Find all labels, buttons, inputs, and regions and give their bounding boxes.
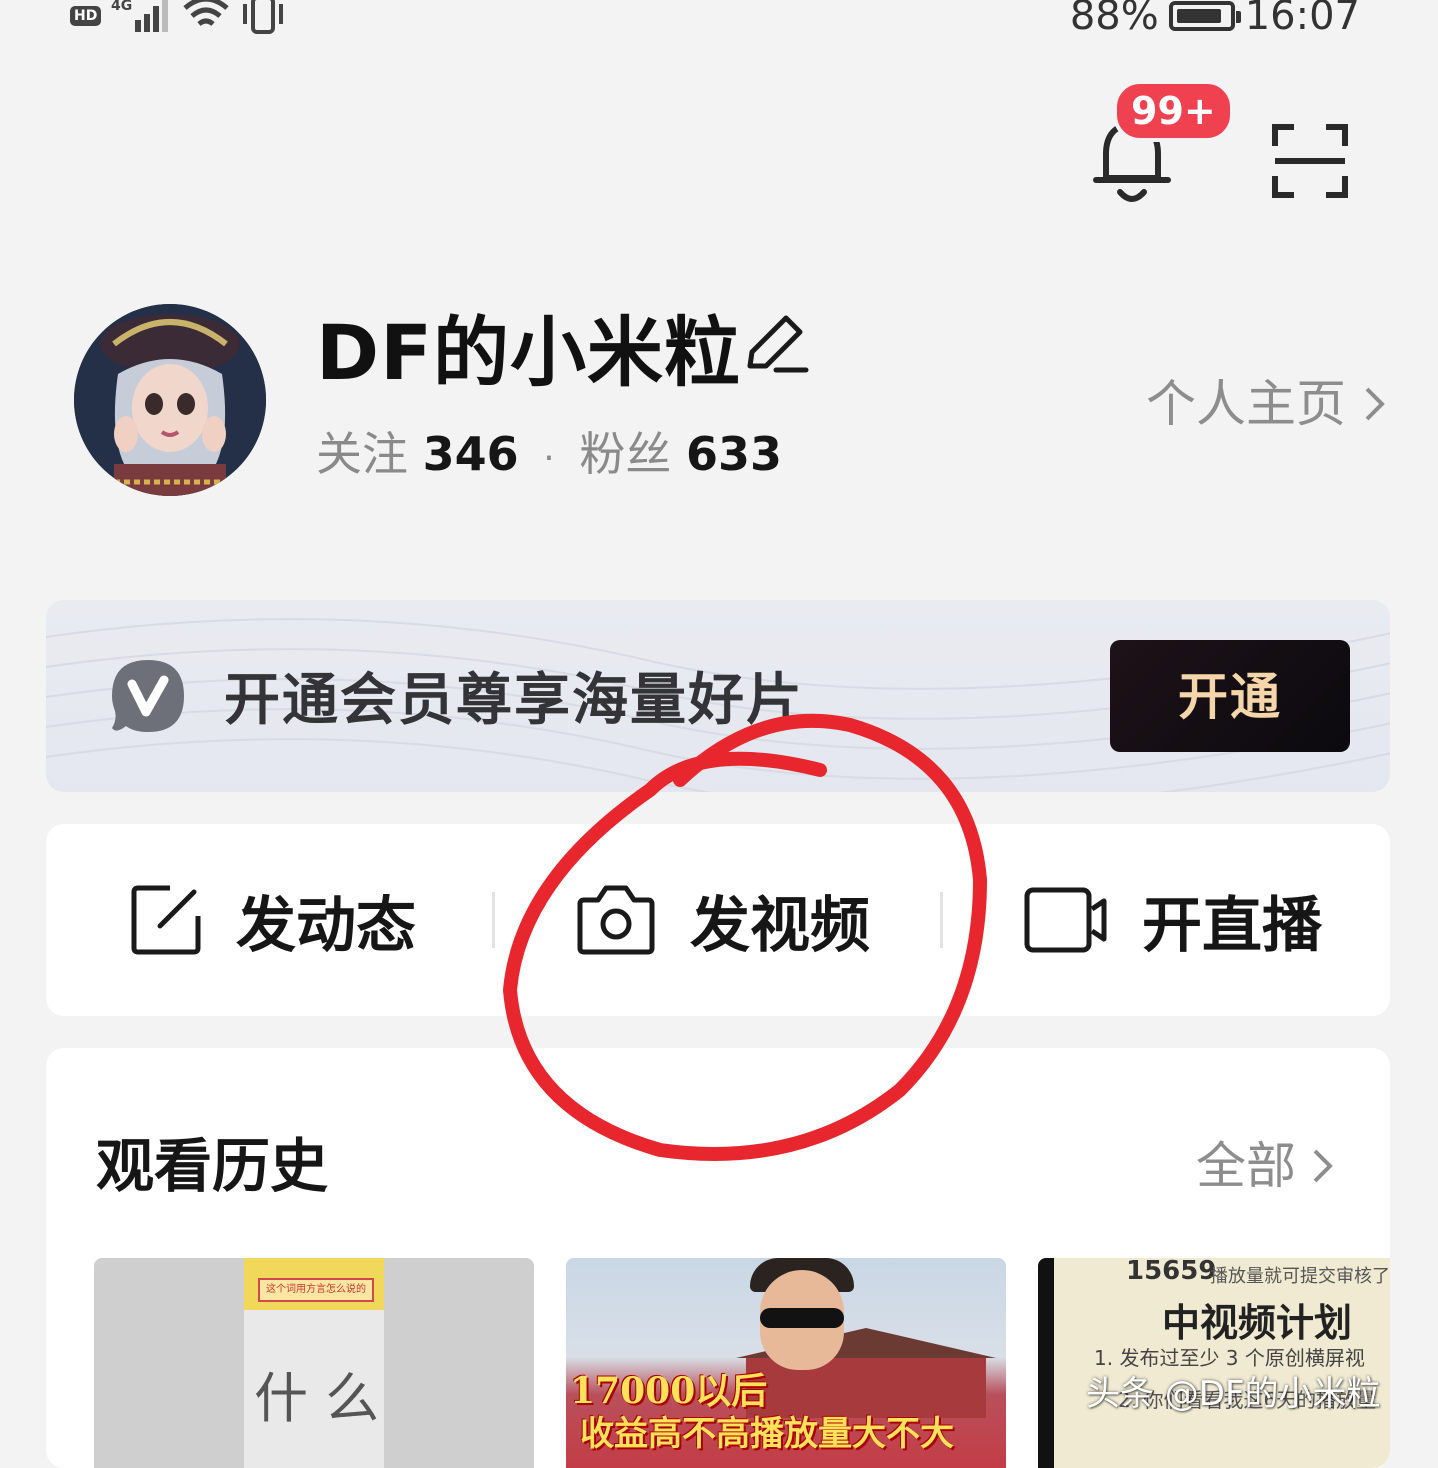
history-thumbnail[interactable]: 这个词用方言怎么说的 什 么 (94, 1258, 534, 1468)
thumbnail-title: 中视频计划 (1162, 1301, 1353, 1345)
followers-count[interactable]: 633 (686, 427, 782, 481)
chevron-right-icon (1365, 387, 1385, 421)
battery-percentage: 88% (1069, 0, 1159, 39)
follow-stats: 关注 346 · 粉丝 633 (316, 424, 782, 489)
post-update-label: 发动态 (236, 890, 416, 961)
history-title: 观看历史 (96, 1132, 329, 1200)
avatar[interactable] (74, 304, 266, 496)
svg-text:4G: 4G (111, 0, 132, 14)
edit-name-button[interactable] (740, 312, 810, 382)
followers-label[interactable]: 粉丝 (579, 427, 671, 481)
vip-promo-text: 开通会员尊享海量好片 (224, 668, 804, 733)
thumbnail-number: 15659 (1126, 1258, 1217, 1286)
vip-banner[interactable]: 开通会员尊享海量好片 开通 (46, 600, 1390, 792)
avatar-image (74, 304, 266, 496)
chevron-right-icon (1313, 1149, 1333, 1183)
watermark: 头条 @DF的小米粒 (1086, 1374, 1381, 1414)
history-all-link[interactable]: 全部 (1196, 1134, 1334, 1198)
post-video-label: 发视频 (690, 890, 870, 961)
vip-logo-icon (108, 656, 188, 736)
thumbnail-caption-2: 收益高不高播放量大不大 (580, 1414, 954, 1454)
camera-icon (577, 885, 655, 955)
pencil-icon (747, 315, 809, 373)
post-video-button[interactable]: 发视频 (576, 824, 870, 1016)
history-all-label: 全部 (1196, 1137, 1296, 1195)
sunglasses (760, 1308, 844, 1328)
clock: 16:07 (1244, 0, 1360, 39)
battery-level (1176, 9, 1221, 23)
notification-badge: 99+ (1113, 80, 1234, 142)
battery-icon (1168, 1, 1241, 31)
vibrate-icon (243, 0, 284, 34)
history-thumbnail[interactable]: 17000以后 收益高不高播放量大不大 (566, 1258, 1006, 1468)
wifi-icon (183, 0, 229, 26)
action-divider (940, 892, 943, 948)
thumbnail-handwriting: 什 么 (254, 1367, 380, 1430)
go-live-button[interactable]: 开直播 (1024, 824, 1322, 1016)
live-video-icon (1024, 887, 1107, 953)
action-row: 发动态 发视频 开直播 (46, 824, 1390, 1016)
homepage-link[interactable]: 个人主页 (1146, 372, 1386, 436)
post-update-button[interactable]: 发动态 (130, 824, 416, 1016)
hd-icon: HD (70, 6, 102, 26)
stats-separator: · (543, 438, 555, 479)
username: DF的小米粒 (316, 308, 742, 397)
signal-icon: 4G (111, 0, 169, 32)
scan-button[interactable] (1272, 124, 1348, 198)
vip-open-button[interactable]: 开通 (1110, 640, 1350, 752)
scan-icon (1272, 124, 1348, 198)
status-bar-right: 88% 16:07 (1070, 0, 1360, 42)
following-count[interactable]: 346 (423, 427, 519, 481)
following-label[interactable]: 关注 (316, 427, 408, 481)
status-bar-left: HD 4G (70, 0, 285, 38)
thumbnail-subtitle: 播放量就可提交审核了 (1210, 1266, 1390, 1287)
homepage-link-label: 个人主页 (1146, 375, 1346, 433)
edit-post-icon (131, 885, 201, 955)
action-divider (492, 892, 495, 948)
go-live-label: 开直播 (1142, 890, 1322, 961)
thumbnail-tag: 这个词用方言怎么说的 (258, 1278, 374, 1302)
history-thumbnail[interactable]: 15659 播放量就可提交审核了 中视频计划 1. 发布过至少 3 个原创横屏视… (1038, 1258, 1390, 1468)
thumbnail-edge (1038, 1258, 1054, 1468)
